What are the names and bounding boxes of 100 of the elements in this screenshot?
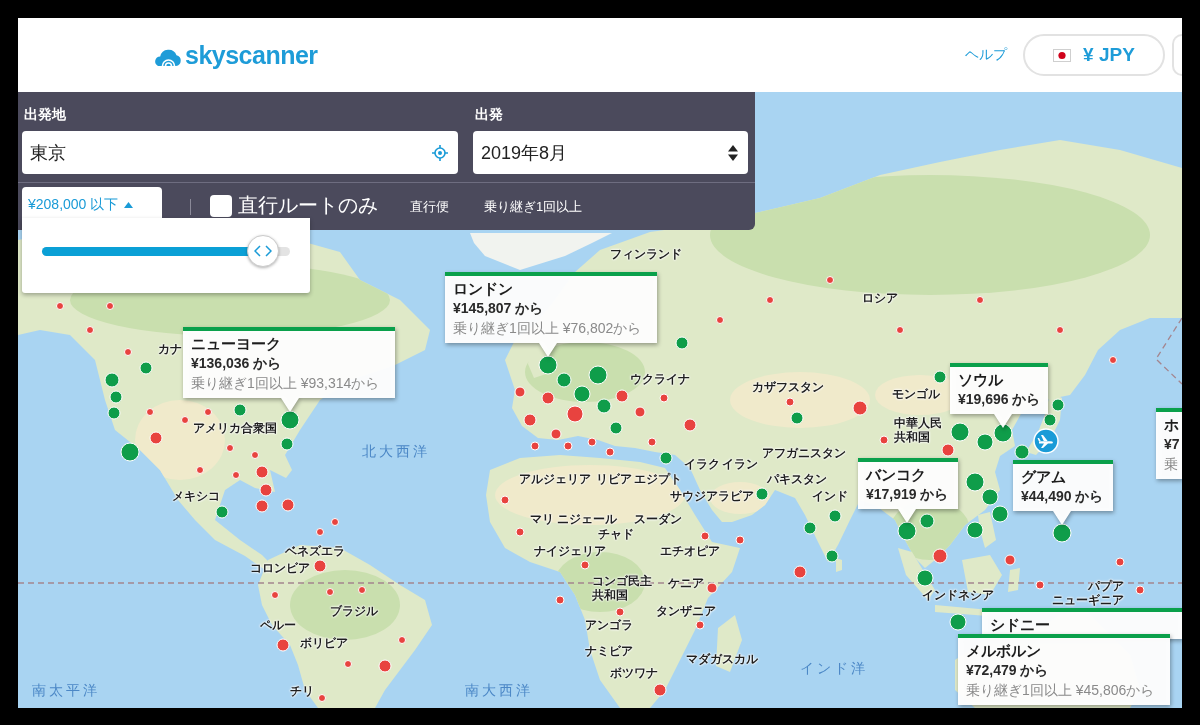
destination-marker[interactable] xyxy=(280,437,294,451)
destination-marker[interactable] xyxy=(916,569,934,587)
destination-marker[interactable] xyxy=(378,659,392,673)
destination-marker[interactable] xyxy=(318,694,326,702)
destination-marker[interactable] xyxy=(226,444,234,452)
destination-marker[interactable] xyxy=(716,316,724,324)
destination-marker[interactable] xyxy=(181,416,189,424)
price-slider[interactable] xyxy=(42,235,290,267)
destination-marker[interactable] xyxy=(587,437,597,447)
destination-marker[interactable] xyxy=(879,435,889,445)
destination-marker[interactable] xyxy=(398,636,406,644)
destination-marker[interactable] xyxy=(634,406,646,418)
destination-marker[interactable] xyxy=(588,365,608,385)
destination-marker[interactable] xyxy=(232,471,240,479)
destination-marker[interactable] xyxy=(104,372,120,388)
destination-marker[interactable] xyxy=(966,521,984,539)
destination-marker[interactable] xyxy=(941,443,955,457)
slider-thumb[interactable] xyxy=(246,235,279,267)
destination-marker[interactable] xyxy=(358,586,366,594)
destination-marker[interactable] xyxy=(233,403,247,417)
destination-marker[interactable] xyxy=(146,408,154,416)
destination-marker[interactable] xyxy=(538,355,558,375)
destination-marker[interactable] xyxy=(1035,580,1045,590)
destination-marker[interactable] xyxy=(530,441,540,451)
destination-marker[interactable] xyxy=(149,431,163,445)
destination-marker[interactable] xyxy=(596,398,612,414)
destination-marker[interactable] xyxy=(251,451,259,459)
destination-marker[interactable] xyxy=(615,389,629,403)
destination-marker[interactable] xyxy=(556,372,572,388)
destination-marker[interactable] xyxy=(215,505,229,519)
destination-marker[interactable] xyxy=(106,302,114,310)
origin-field[interactable]: 東京 xyxy=(22,131,458,174)
destination-marker[interactable] xyxy=(271,591,279,599)
destination-marker[interactable] xyxy=(555,595,565,605)
destination-marker[interactable] xyxy=(120,442,140,462)
destination-marker[interactable] xyxy=(255,499,269,513)
destination-marker[interactable] xyxy=(1051,398,1065,412)
destination-marker[interactable] xyxy=(1043,413,1057,427)
destination-marker[interactable] xyxy=(852,400,868,416)
destination-marker[interactable] xyxy=(1109,356,1117,364)
destination-marker[interactable] xyxy=(706,582,718,594)
destination-marker[interactable] xyxy=(949,613,967,631)
destination-marker[interactable] xyxy=(766,296,774,304)
destination-marker[interactable] xyxy=(965,472,985,492)
direct-only-checkbox[interactable] xyxy=(210,195,232,217)
destination-marker[interactable] xyxy=(653,683,667,697)
destination-marker[interactable] xyxy=(826,276,834,284)
destination-marker[interactable] xyxy=(675,336,689,350)
destination-marker[interactable] xyxy=(344,660,352,668)
destination-marker[interactable] xyxy=(523,413,537,427)
checkbox-label[interactable]: 直行ルートのみ xyxy=(238,193,378,217)
destination-marker[interactable] xyxy=(139,361,153,375)
locate-icon[interactable] xyxy=(432,144,448,161)
destination-marker[interactable] xyxy=(803,521,817,535)
destination-marker[interactable] xyxy=(316,528,324,536)
destination-marker[interactable] xyxy=(124,348,132,356)
destination-marker[interactable] xyxy=(500,495,510,505)
destination-marker[interactable] xyxy=(785,397,795,407)
destination-marker[interactable] xyxy=(700,531,710,541)
destination-popup[interactable]: ホ ¥7 乗 xyxy=(1156,408,1182,479)
destination-marker[interactable] xyxy=(255,465,269,479)
destination-popup[interactable]: メルボルン ¥72,479 から 乗り継ぎ1回以上 ¥45,806から xyxy=(958,634,1170,705)
destination-marker[interactable] xyxy=(933,370,947,384)
destination-marker[interactable] xyxy=(609,421,623,435)
destination-marker[interactable] xyxy=(695,620,705,630)
destination-marker[interactable] xyxy=(993,423,1013,443)
destination-marker[interactable] xyxy=(828,509,842,523)
destination-marker[interactable] xyxy=(825,549,839,563)
destination-marker[interactable] xyxy=(1004,554,1016,566)
destination-marker[interactable] xyxy=(950,422,970,442)
destination-marker[interactable] xyxy=(281,498,295,512)
destination-marker[interactable] xyxy=(580,560,590,570)
destination-marker[interactable] xyxy=(541,391,555,405)
plane-icon[interactable] xyxy=(1033,428,1059,454)
destination-marker[interactable] xyxy=(86,326,94,334)
destination-marker[interactable] xyxy=(897,521,917,541)
destination-marker[interactable] xyxy=(280,410,300,430)
destination-marker[interactable] xyxy=(514,386,526,398)
destination-marker[interactable] xyxy=(331,518,339,526)
destination-marker[interactable] xyxy=(109,390,123,404)
destination-marker[interactable] xyxy=(683,418,697,432)
destination-marker[interactable] xyxy=(1056,326,1064,334)
destination-marker[interactable] xyxy=(919,513,935,529)
destination-marker[interactable] xyxy=(793,565,807,579)
destination-marker[interactable] xyxy=(981,488,999,506)
destination-marker[interactable] xyxy=(550,428,562,440)
destination-marker[interactable] xyxy=(755,487,769,501)
destination-marker[interactable] xyxy=(1014,444,1030,460)
destination-marker[interactable] xyxy=(1135,585,1145,595)
destination-marker[interactable] xyxy=(259,483,273,497)
destination-marker[interactable] xyxy=(563,441,573,451)
destination-marker[interactable] xyxy=(1115,557,1125,567)
destination-marker[interactable] xyxy=(790,411,804,425)
destination-marker[interactable] xyxy=(976,433,994,451)
destination-marker[interactable] xyxy=(515,527,525,537)
destination-marker[interactable] xyxy=(196,466,204,474)
destination-marker[interactable] xyxy=(326,588,334,596)
destination-marker[interactable] xyxy=(659,393,669,403)
destination-marker[interactable] xyxy=(659,451,673,465)
destination-marker[interactable] xyxy=(605,447,615,457)
